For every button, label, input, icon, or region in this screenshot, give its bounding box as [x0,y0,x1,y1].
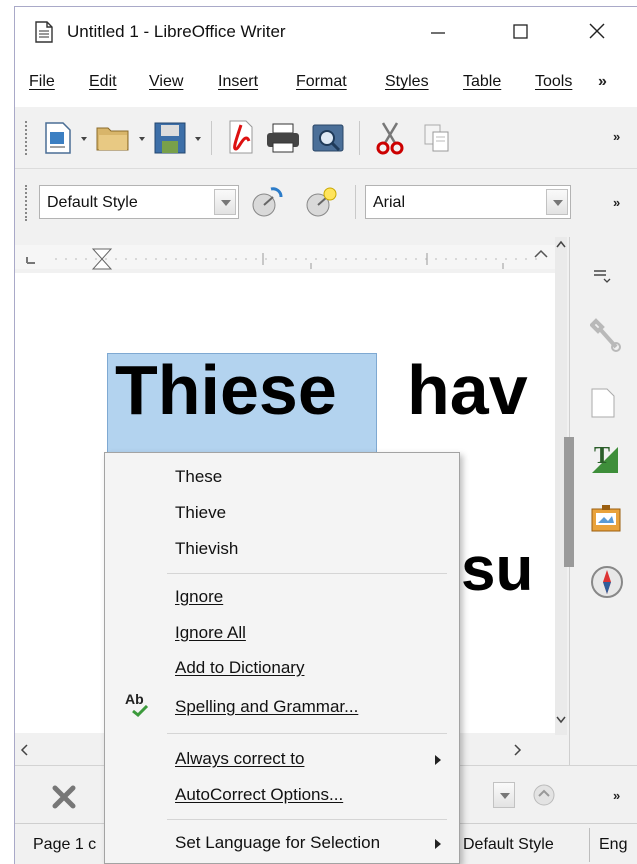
minimize-button[interactable] [423,20,453,44]
cut-icon[interactable] [375,121,405,155]
menu-insert[interactable]: Insert [218,73,258,91]
writer-document-icon [35,21,53,43]
menu-styles[interactable]: Styles [385,73,429,91]
font-name-combo[interactable]: Arial [365,185,571,219]
ignore-all-item[interactable]: Ignore All [175,623,246,643]
menu-tools[interactable]: Tools [535,73,572,91]
suggestion-thieve[interactable]: Thieve [175,503,226,523]
page-style-status[interactable]: Default Style [463,836,554,854]
menu-file[interactable]: File [29,73,55,91]
open-dropdown-icon[interactable] [139,137,145,141]
menu-bar: File Edit View Insert Format Styles Tabl… [15,57,637,107]
export-pdf-icon[interactable] [227,119,255,155]
update-style-icon[interactable] [249,185,285,221]
close-find-icon[interactable] [51,784,77,810]
print-icon[interactable] [265,121,301,155]
sidebar-collapse-handle[interactable] [564,437,574,567]
submenu-arrow-icon [435,839,441,849]
navigator-icon[interactable] [590,565,624,599]
submenu-arrow-icon [435,755,441,765]
sidebar-deck: T [564,237,637,767]
suggestion-these[interactable]: These [175,467,222,487]
always-correct-to-item[interactable]: Always correct to [175,749,304,769]
save-icon[interactable] [153,121,187,155]
toolbar-separator [359,121,360,155]
spelling-context-menu: These Thieve Thievish Ignore Ignore All … [104,452,460,864]
menu-format[interactable]: Format [296,73,347,91]
save-dropdown-icon[interactable] [195,137,201,141]
menu-separator [167,573,447,574]
find-next-icon[interactable] [529,780,559,810]
toolbar-separator [211,121,212,155]
maximize-button[interactable] [505,20,535,44]
toolbar-separator [355,185,356,219]
find-toolbar-overflow-icon[interactable]: » [613,788,620,803]
suggestion-thievish[interactable]: Thievish [175,539,238,559]
horizontal-ruler[interactable] [15,241,555,271]
new-dropdown-icon[interactable] [81,137,87,141]
close-button[interactable] [582,20,612,44]
spelling-and-grammar-item[interactable]: Spelling and Grammar... [175,697,358,717]
print-preview-icon[interactable] [311,121,345,155]
checkmark-icon [132,705,149,717]
gallery-icon[interactable] [590,503,622,533]
set-language-selection-item[interactable]: Set Language for Selection [175,833,380,853]
open-folder-icon[interactable] [95,123,131,153]
document-text-line1[interactable]: hav [407,355,528,425]
sidebar-menu-icon[interactable] [590,265,614,285]
language-status[interactable]: Eng [599,836,627,854]
autocorrect-options-item[interactable]: AutoCorrect Options... [175,785,343,805]
standard-toolbar: » [15,107,637,169]
font-name-dropdown-icon[interactable] [546,189,568,215]
selected-misspelled-word[interactable]: Thiese [115,355,337,425]
copy-icon[interactable] [423,123,451,153]
menu-separator [167,733,447,734]
paragraph-style-combo[interactable]: Default Style [39,185,239,219]
toolbar-grip[interactable] [25,185,29,221]
window-title: Untitled 1 - LibreOffice Writer [67,22,286,41]
add-to-dictionary-item[interactable]: Add to Dictionary [175,658,304,678]
formatting-toolbar: Default Style Arial » [15,169,637,237]
menu-edit[interactable]: Edit [89,73,117,91]
document-text-line2[interactable]: su [461,539,533,601]
menu-separator [167,819,447,820]
title-bar: Untitled 1 - LibreOffice Writer [15,7,637,57]
spelling-grammar-icon: Ab [125,691,151,717]
styles-icon[interactable]: T [590,441,620,475]
svg-text:T: T [594,443,610,469]
menu-view[interactable]: View [149,73,183,91]
menu-table[interactable]: Table [463,73,501,91]
status-divider [589,828,590,862]
find-dropdown-icon[interactable] [493,782,515,808]
new-document-icon[interactable] [43,121,73,155]
page-icon[interactable] [590,387,616,419]
menu-overflow-icon[interactable]: » [598,73,607,91]
new-style-icon[interactable] [303,185,339,221]
page-count-status[interactable]: Page 1 c [33,836,96,854]
paragraph-style-value: Default Style [47,194,138,211]
format-toolbar-overflow-icon[interactable]: » [613,195,620,210]
toolbar-grip[interactable] [25,121,29,155]
paragraph-style-dropdown-icon[interactable] [214,189,236,215]
toolbar-overflow-icon[interactable]: » [613,129,620,144]
properties-wrench-icon[interactable] [590,317,622,353]
font-name-value: Arial [373,194,406,211]
ignore-item[interactable]: Ignore [175,587,223,607]
